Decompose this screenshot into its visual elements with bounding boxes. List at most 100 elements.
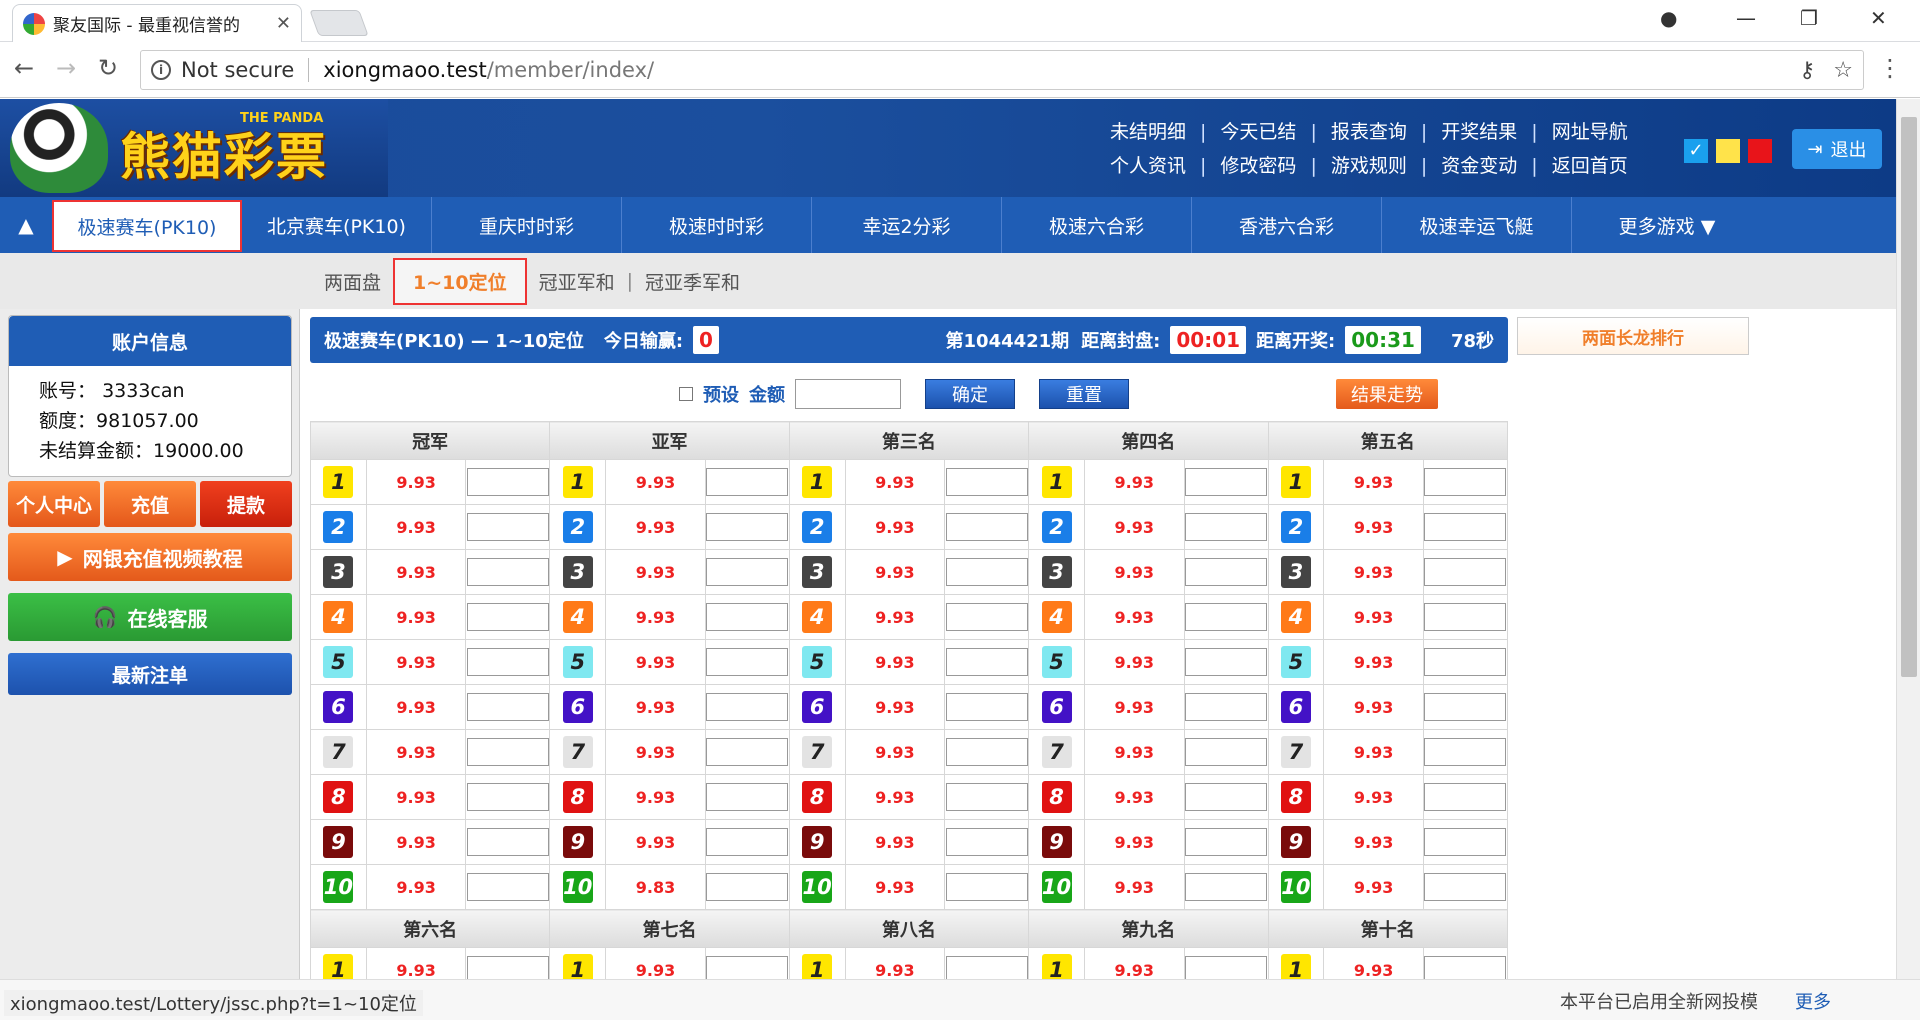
close-tab-icon[interactable]: ✕ [276,13,291,34]
bet-amount-input[interactable] [945,558,1028,586]
odds-value[interactable]: 9.93 [605,639,706,685]
number-cell[interactable]: 2 [1267,504,1325,550]
odds-value[interactable]: 9.93 [365,819,467,865]
odds-value[interactable]: 9.93 [1083,594,1185,640]
recharge-button[interactable]: 充值 [104,481,196,527]
number-cell[interactable]: 1 [1028,459,1085,505]
odds-value[interactable]: 9.93 [1083,729,1185,775]
odds-value[interactable]: 9.93 [1323,459,1424,505]
number-cell[interactable]: 4 [788,594,846,640]
number-cell[interactable]: 4 [1267,594,1325,640]
bet-amount-input[interactable] [945,513,1028,541]
number-cell[interactable]: 8 [1028,774,1085,820]
bet-amount-input[interactable] [1185,693,1267,721]
link-results[interactable]: 开奖结果 [1441,115,1517,149]
restore-icon[interactable]: ❐ [1800,6,1818,30]
odds-value[interactable]: 9.93 [844,819,946,865]
bet-amount-input[interactable] [466,513,549,541]
bet-amount-input[interactable] [945,783,1028,811]
odds-value[interactable]: 9.93 [1323,947,1424,979]
odds-value[interactable]: 9.93 [605,947,706,979]
bet-amount-input[interactable] [706,468,789,496]
odds-value[interactable]: 9.93 [605,594,706,640]
bet-amount-input[interactable] [706,648,789,676]
link-home[interactable]: 返回首页 [1552,149,1628,183]
number-cell[interactable]: 3 [1267,549,1325,595]
odds-value[interactable]: 9.93 [1323,729,1424,775]
number-cell[interactable]: 4 [1028,594,1085,640]
odds-value[interactable]: 9.93 [365,864,467,910]
number-cell[interactable]: 8 [549,774,607,820]
site-logo[interactable]: 熊猫彩票 THE PANDA [0,99,388,197]
bet-amount-input[interactable] [1424,873,1507,901]
bet-amount-input[interactable] [706,873,789,901]
bet-amount-input[interactable] [1185,873,1267,901]
personal-center-button[interactable]: 个人中心 [8,481,100,527]
bet-amount-input[interactable] [1424,603,1507,631]
new-tab-button[interactable] [309,10,369,36]
number-cell[interactable]: 10 [1028,864,1085,910]
bet-amount-input[interactable] [706,513,789,541]
scrollbar-thumb[interactable] [1901,117,1917,677]
odds-value[interactable]: 9.93 [365,774,467,820]
odds-value[interactable]: 9.93 [605,774,706,820]
odds-value[interactable]: 9.93 [365,459,467,505]
close-window-icon[interactable]: ✕ [1870,6,1887,30]
link-profile[interactable]: 个人资讯 [1110,149,1186,183]
link-url-nav[interactable]: 网址导航 [1552,115,1628,149]
number-cell[interactable]: 3 [549,549,607,595]
odds-value[interactable]: 9.93 [365,504,467,550]
odds-value[interactable]: 9.93 [365,549,467,595]
bet-amount-input[interactable] [1185,558,1267,586]
key-icon[interactable]: ⚷ [1799,58,1815,83]
tab-jisu-lhc[interactable]: 极速六合彩 [1002,197,1192,253]
link-funds[interactable]: 资金变动 [1441,149,1517,183]
bet-amount-input[interactable] [945,648,1028,676]
bet-amount-input[interactable] [466,558,549,586]
bet-amount-input[interactable] [706,693,789,721]
odds-value[interactable]: 9.93 [1083,504,1185,550]
odds-value[interactable]: 9.93 [605,549,706,595]
number-cell[interactable]: 9 [549,819,607,865]
url-field[interactable]: i Not secure xiongmaoo.test/member/index… [140,50,1864,90]
odds-value[interactable]: 9.93 [365,947,467,979]
customer-service-button[interactable]: 🎧 在线客服 [8,593,292,641]
bet-amount-input[interactable] [1424,738,1507,766]
odds-value[interactable]: 9.93 [605,729,706,775]
odds-value[interactable]: 9.93 [844,774,946,820]
theme-swatch-red[interactable] [1748,139,1772,163]
number-cell[interactable]: 10 [1267,864,1325,910]
bet-amount-input[interactable] [706,558,789,586]
odds-value[interactable]: 9.93 [365,684,467,730]
trend-button[interactable]: 结果走势 [1336,379,1438,409]
number-cell[interactable]: 5 [1267,639,1325,685]
odds-value[interactable]: 9.83 [605,864,706,910]
bet-amount-input[interactable] [945,873,1028,901]
bet-amount-input[interactable] [1424,648,1507,676]
number-cell[interactable]: 6 [310,684,367,730]
number-cell[interactable]: 5 [549,639,607,685]
link-reports[interactable]: 报表查询 [1331,115,1407,149]
odds-value[interactable]: 9.93 [1323,594,1424,640]
odds-value[interactable]: 9.93 [1323,684,1424,730]
bookmark-star-icon[interactable]: ☆ [1833,58,1853,83]
subtab-top3-sum[interactable]: 冠亚季军和 [633,268,752,295]
bet-amount-input[interactable] [1185,828,1267,856]
bet-amount-input[interactable] [1185,956,1267,979]
number-cell[interactable]: 8 [788,774,846,820]
odds-value[interactable]: 9.93 [1083,774,1185,820]
bet-amount-input[interactable] [1424,956,1507,979]
odds-value[interactable]: 9.93 [844,639,946,685]
number-cell[interactable]: 1 [549,459,607,505]
odds-value[interactable]: 9.93 [844,684,946,730]
number-cell[interactable]: 10 [549,864,607,910]
theme-swatch-yellow[interactable] [1716,139,1740,163]
odds-value[interactable]: 9.93 [844,947,946,979]
number-cell[interactable]: 8 [1267,774,1325,820]
number-cell[interactable]: 8 [310,774,367,820]
subtab-champion-sum[interactable]: 冠亚军和 [527,268,627,295]
odds-value[interactable]: 9.93 [365,729,467,775]
number-cell[interactable]: 7 [1267,729,1325,775]
bet-amount-input[interactable] [706,603,789,631]
odds-value[interactable]: 9.93 [1323,549,1424,595]
